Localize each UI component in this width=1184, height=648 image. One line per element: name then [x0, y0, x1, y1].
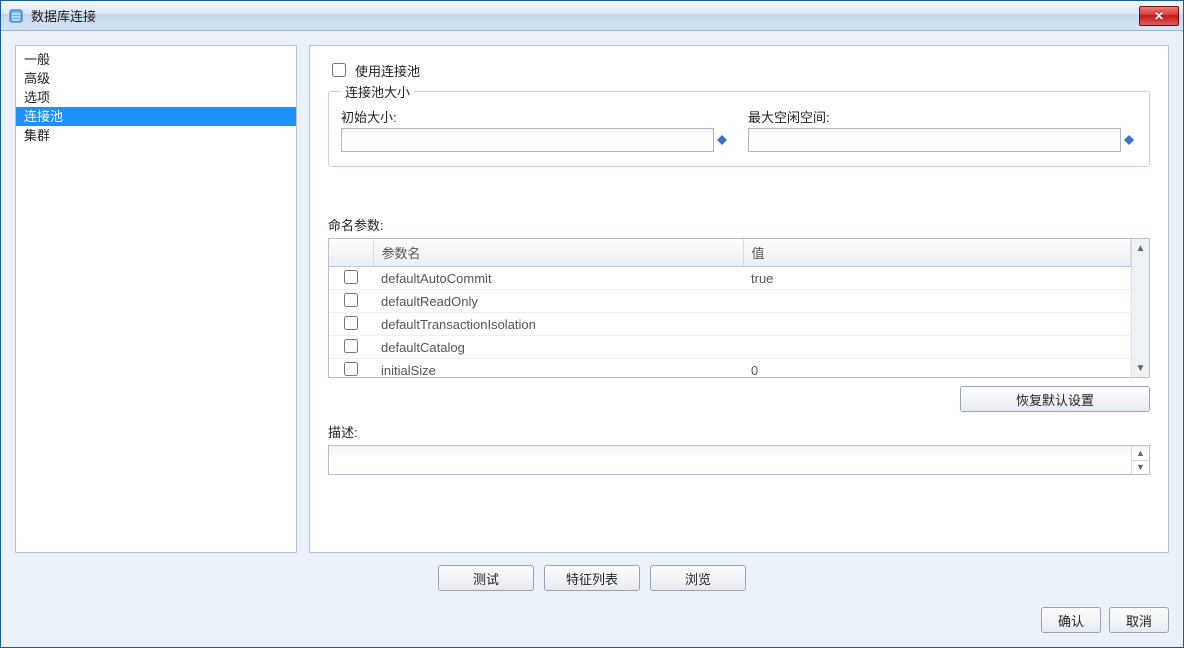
table-row[interactable]: defaultAutoCommit true [329, 267, 1131, 290]
row-value [743, 313, 1131, 336]
table-row[interactable]: defaultCatalog [329, 336, 1131, 359]
close-icon: ✕ [1154, 9, 1164, 23]
schema-button[interactable]: 特征列表 [544, 565, 640, 591]
diamond-icon [714, 128, 730, 152]
row-checkbox[interactable] [344, 316, 358, 330]
initial-size-label: 初始大小: [341, 107, 730, 126]
center-button-row: 测试 特征列表 浏览 [15, 565, 1169, 591]
col-value[interactable]: 值 [743, 239, 1131, 267]
restore-defaults-button[interactable]: 恢复默认设置 [960, 386, 1150, 412]
client-area: 一般 高级 选项 连接池 集群 使用连接池 连接池大小 初始大小: [1, 31, 1183, 647]
row-checkbox[interactable] [344, 270, 358, 284]
use-pool-row: 使用连接池 [328, 60, 1150, 80]
scroll-down-icon[interactable]: ▼ [1132, 359, 1149, 377]
pool-size-group: 连接池大小 初始大小: 最大空闲空间: [328, 82, 1150, 167]
row-param: defaultReadOnly [373, 290, 743, 313]
sidebar-item-cluster[interactable]: 集群 [16, 126, 296, 145]
params-table: 参数名 值 defaultAutoCommit true [329, 239, 1131, 377]
test-button[interactable]: 测试 [438, 565, 534, 591]
table-scrollbar[interactable]: ▲ ▼ [1131, 239, 1149, 377]
params-table-wrap: 参数名 值 defaultAutoCommit true [328, 238, 1150, 378]
description-stepper[interactable]: ▲ ▼ [1131, 446, 1149, 474]
table-row[interactable]: defaultReadOnly [329, 290, 1131, 313]
table-row[interactable]: initialSize 0 [329, 359, 1131, 378]
sidebar: 一般 高级 选项 连接池 集群 [15, 45, 297, 553]
main-panel: 使用连接池 连接池大小 初始大小: [309, 45, 1169, 553]
row-checkbox[interactable] [344, 339, 358, 353]
chevron-up-icon[interactable]: ▲ [1132, 446, 1149, 460]
dialog-button-row: 确认 取消 [15, 607, 1169, 633]
upper-pane: 一般 高级 选项 连接池 集群 使用连接池 连接池大小 初始大小: [15, 45, 1169, 553]
row-checkbox[interactable] [344, 362, 358, 376]
sidebar-item-pool[interactable]: 连接池 [16, 107, 296, 126]
row-value: 0 [743, 359, 1131, 378]
row-param: defaultTransactionIsolation [373, 313, 743, 336]
ok-button[interactable]: 确认 [1041, 607, 1101, 633]
diamond-icon [1121, 128, 1137, 152]
close-button[interactable]: ✕ [1139, 6, 1179, 26]
col-param[interactable]: 参数名 [373, 239, 743, 267]
row-value: true [743, 267, 1131, 290]
dialog-window: 数据库连接 ✕ 一般 高级 选项 连接池 集群 使用连接池 连 [0, 0, 1184, 648]
table-row[interactable]: defaultTransactionIsolation [329, 313, 1131, 336]
sidebar-item-general[interactable]: 一般 [16, 50, 296, 69]
pool-size-legend: 连接池大小 [341, 82, 414, 101]
browse-button[interactable]: 浏览 [650, 565, 746, 591]
description-value[interactable] [329, 446, 1131, 474]
sidebar-item-advanced[interactable]: 高级 [16, 69, 296, 88]
chevron-down-icon[interactable]: ▼ [1132, 460, 1149, 475]
description-box: ▲ ▼ [328, 445, 1150, 475]
use-pool-label: 使用连接池 [355, 61, 420, 80]
description-label: 描述: [328, 422, 1150, 441]
database-icon [7, 7, 25, 25]
row-value [743, 290, 1131, 313]
use-pool-checkbox[interactable] [332, 63, 346, 77]
row-param: initialSize [373, 359, 743, 378]
titlebar: 数据库连接 ✕ [1, 1, 1183, 31]
named-params-label: 命名参数: [328, 215, 1150, 234]
max-idle-label: 最大空闲空间: [748, 107, 1137, 126]
max-idle-input[interactable] [748, 128, 1121, 152]
cancel-button[interactable]: 取消 [1109, 607, 1169, 633]
row-param: defaultAutoCommit [373, 267, 743, 290]
initial-size-input[interactable] [341, 128, 714, 152]
row-value [743, 336, 1131, 359]
window-title: 数据库连接 [31, 6, 1139, 25]
row-checkbox[interactable] [344, 293, 358, 307]
scroll-up-icon[interactable]: ▲ [1132, 239, 1149, 257]
col-checkbox[interactable] [329, 239, 373, 267]
row-param: defaultCatalog [373, 336, 743, 359]
sidebar-item-options[interactable]: 选项 [16, 88, 296, 107]
